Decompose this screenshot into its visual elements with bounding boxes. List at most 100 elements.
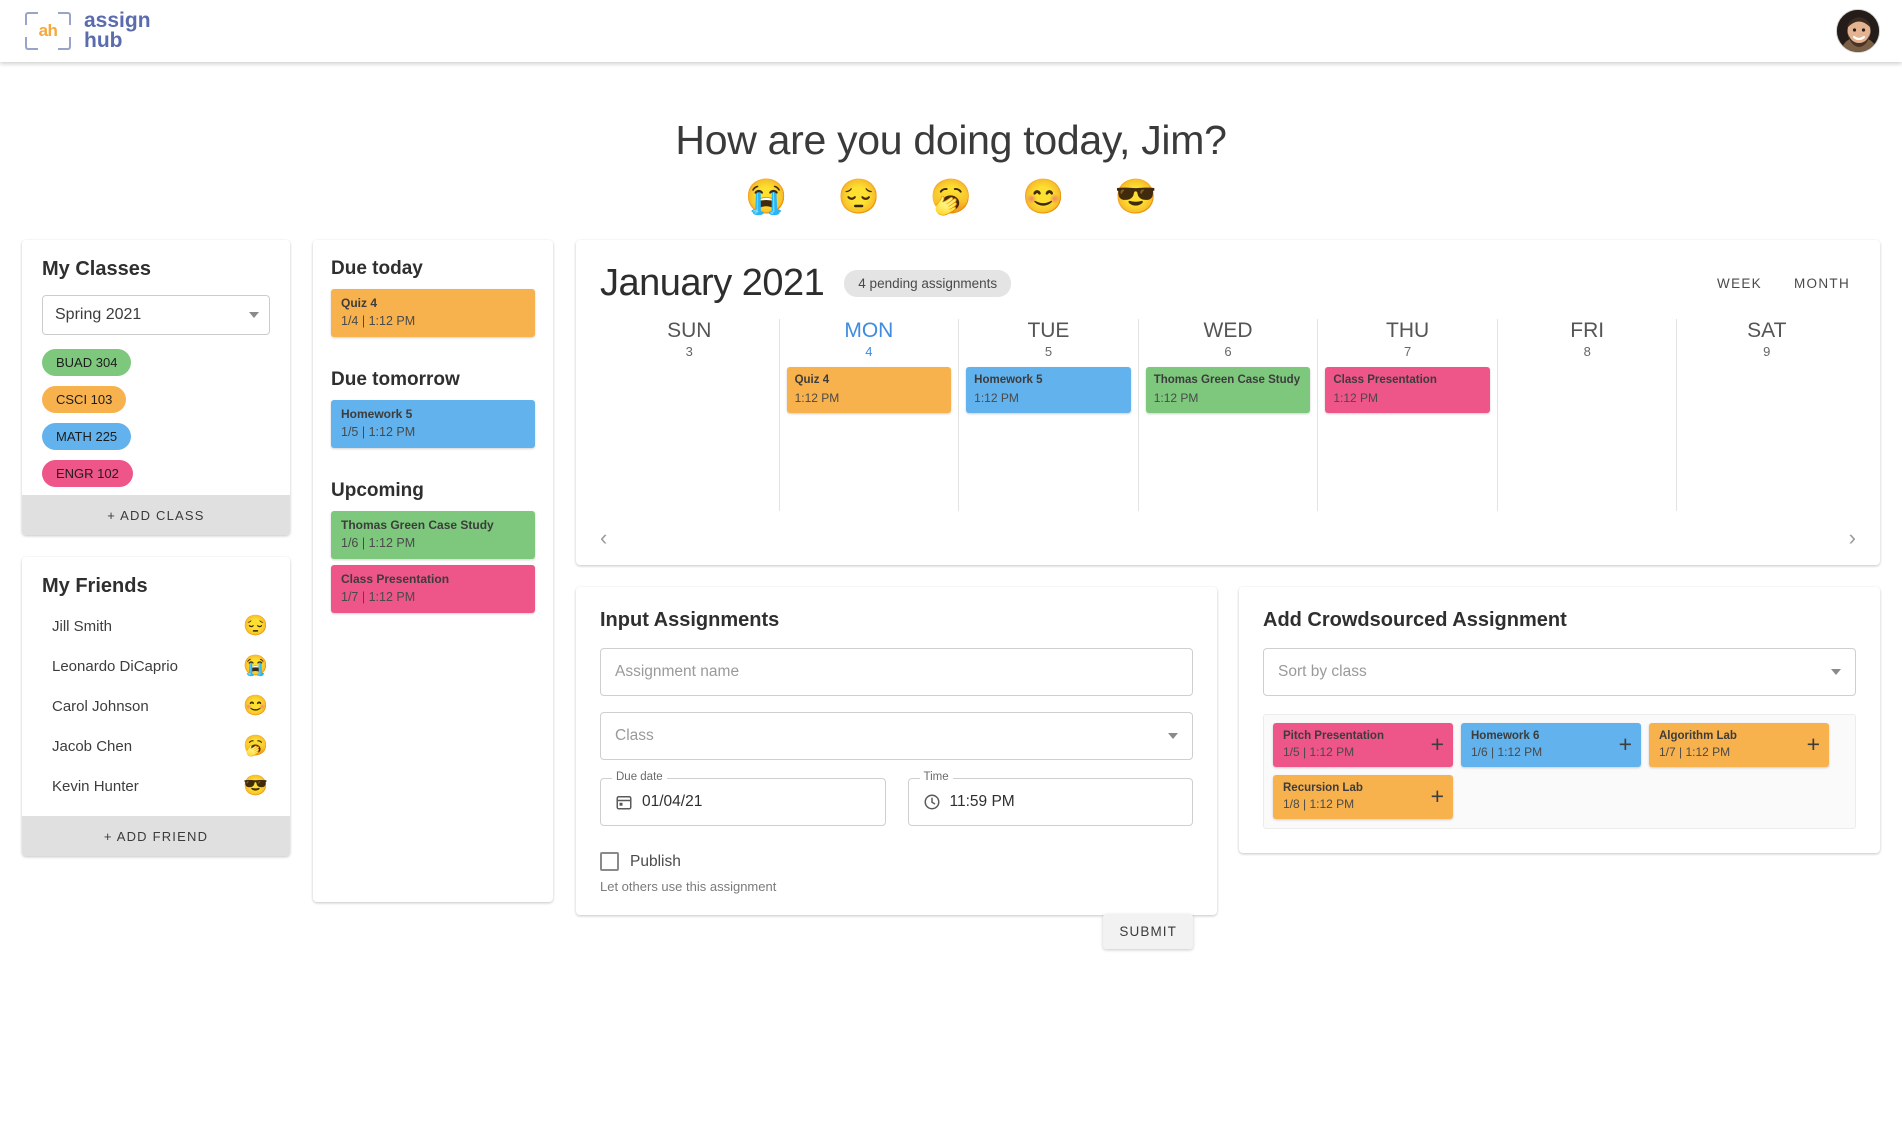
crowdsourced-item[interactable]: Pitch Presentation 1/5 | 1:12 PM + [1273, 723, 1453, 767]
friend-mood-icon: 😔 [243, 615, 268, 637]
friend-name: Jacob Chen [52, 737, 133, 755]
task-item[interactable]: Thomas Green Case Study 1/6 | 1:12 PM [331, 511, 535, 559]
list-item[interactable]: Carol Johnson 😊 [42, 686, 270, 726]
crowd-item-name: Pitch Presentation [1283, 730, 1384, 742]
main-layout: My Classes Spring 2021 BUAD 304 CSCI 103… [0, 240, 1902, 949]
crowdsourced-item[interactable]: Algorithm Lab 1/7 | 1:12 PM + [1649, 723, 1829, 767]
time-field[interactable]: Time 11:59 PM [907, 771, 1193, 826]
assignment-name-input[interactable]: Assignment name [600, 648, 1193, 696]
publish-checkbox[interactable] [600, 852, 619, 871]
due-date-value: 01/04/21 [642, 793, 703, 810]
plus-icon[interactable]: + [1619, 733, 1632, 756]
publish-label: Publish [630, 852, 681, 870]
friend-name: Jill Smith [52, 617, 113, 635]
crowd-item-name: Algorithm Lab [1659, 730, 1737, 742]
task-item[interactable]: Homework 5 1/5 | 1:12 PM [331, 400, 535, 448]
avatar[interactable] [1836, 9, 1880, 53]
task-meta: 1/4 | 1:12 PM [341, 314, 416, 328]
status-badge: 4 pending assignments [844, 270, 1012, 297]
plus-icon[interactable]: + [1807, 733, 1820, 756]
due-column: Due today Quiz 4 1/4 | 1:12 PM Due tomor… [313, 240, 553, 902]
crowdsourced-title: Add Crowdsourced Assignment [1263, 609, 1567, 631]
day-number: 5 [1044, 344, 1053, 360]
crowd-item-name: Recursion Lab [1283, 782, 1363, 794]
calendar-event[interactable]: Class Presentation 1:12 PM [1325, 367, 1490, 413]
list-item[interactable]: Kevin Hunter 😎 [42, 766, 270, 806]
crowd-item-meta: 1/6 | 1:12 PM [1471, 745, 1543, 759]
list-item[interactable]: Jill Smith 😔 [42, 606, 270, 646]
tab-week[interactable]: WEEK [1717, 276, 1762, 291]
mood-happy-icon[interactable]: 😊 [1022, 180, 1064, 214]
mood-sad-icon[interactable]: 😔 [837, 180, 879, 214]
main-column: January 2021 4 pending assignments WEEK … [576, 240, 1880, 949]
event-time: 1:12 PM [1333, 390, 1379, 405]
task-meta: 1/7 | 1:12 PM [341, 590, 416, 604]
my-friends-card: My Friends Jill Smith 😔 Leonardo DiCapri… [22, 557, 290, 856]
task-item[interactable]: Class Presentation 1/7 | 1:12 PM [331, 565, 535, 613]
page-title: How are you doing today, Jim? [675, 117, 1227, 163]
event-name: Thomas Green Case Study [1153, 374, 1301, 387]
due-date-field[interactable]: Due date 01/04/21 [600, 771, 886, 826]
class-chip[interactable]: BUAD 304 [42, 349, 132, 376]
calendar-day-sun[interactable]: SUN 3 [600, 319, 779, 511]
logo-word-2: hub [84, 29, 123, 52]
task-meta: 1/5 | 1:12 PM [341, 425, 416, 439]
day-number: 4 [865, 344, 873, 360]
mood-crying-icon[interactable]: 😭 [745, 180, 787, 214]
crowdsourced-item[interactable]: Homework 6 1/6 | 1:12 PM + [1461, 723, 1641, 767]
class-chip[interactable]: MATH 225 [42, 423, 132, 450]
sort-by-class-select[interactable]: Sort by class [1263, 648, 1856, 696]
calendar-day-tue[interactable]: TUE 5 Homework 5 1:12 PM [958, 319, 1138, 511]
calendar-event[interactable]: Quiz 4 1:12 PM [786, 367, 952, 413]
class-select[interactable]: Class [600, 712, 1193, 760]
term-select-value: Spring 2021 [55, 306, 142, 323]
list-item[interactable]: Leonardo DiCaprio 😭 [42, 646, 270, 686]
friend-name: Leonardo DiCaprio [52, 657, 178, 675]
chevron-down-icon [1831, 669, 1841, 675]
crowdsourced-card: Add Crowdsourced Assignment Sort by clas… [1239, 587, 1880, 853]
calendar-day-thu[interactable]: THU 7 Class Presentation 1:12 PM [1317, 319, 1497, 511]
task-item[interactable]: Quiz 4 1/4 | 1:12 PM [331, 289, 535, 337]
time-value: 11:59 PM [949, 793, 1015, 810]
task-name: Homework 5 [341, 407, 413, 421]
day-name: SUN [667, 319, 712, 342]
event-time: 1:12 PM [794, 390, 840, 405]
chevron-right-icon[interactable]: › [1849, 525, 1856, 551]
add-class-button[interactable]: + ADD CLASS [22, 495, 290, 535]
term-select[interactable]: Spring 2021 [42, 295, 270, 335]
event-name: Homework 5 [974, 374, 1043, 387]
crowdsourced-item[interactable]: Recursion Lab 1/8 | 1:12 PM + [1273, 775, 1453, 819]
plus-icon[interactable]: + [1431, 785, 1444, 808]
calendar-day-sat[interactable]: SAT 9 [1676, 319, 1856, 511]
calendar-icon [616, 796, 632, 810]
submit-button[interactable]: SUBMIT [1103, 914, 1193, 949]
calendar-event[interactable]: Thomas Green Case Study 1:12 PM [1145, 367, 1311, 413]
list-item[interactable]: Jacob Chen 🥱 [42, 726, 270, 766]
plus-icon[interactable]: + [1431, 733, 1444, 756]
calendar-event[interactable]: Homework 5 1:12 PM [966, 367, 1131, 413]
mood-cool-icon[interactable]: 😎 [1115, 180, 1157, 214]
my-classes-title: My Classes [42, 258, 151, 280]
calendar-day-mon[interactable]: MON 4 Quiz 4 1:12 PM [778, 319, 959, 511]
calendar-week-grid: SUN 3 MON 4 Quiz 4 1:12 PM TUE 5 Homewor… [600, 319, 1856, 511]
day-number: 9 [1763, 344, 1771, 360]
class-chip-list: BUAD 304 CSCI 103 MATH 225 ENGR 102 [42, 335, 270, 495]
due-today-title: Due today [331, 258, 423, 279]
logo-word-1: assign [84, 9, 151, 33]
add-friend-button[interactable]: + ADD FRIEND [22, 816, 290, 856]
tab-month[interactable]: MONTH [1794, 276, 1850, 291]
app-logo[interactable]: ah assign hub [22, 10, 151, 52]
day-number: 3 [685, 344, 693, 360]
crowd-item-meta: 1/8 | 1:12 PM [1283, 797, 1355, 811]
calendar-day-fri[interactable]: FRI 8 [1496, 319, 1677, 511]
calendar-day-wed[interactable]: WED 6 Thomas Green Case Study 1:12 PM [1137, 319, 1318, 511]
class-chip[interactable]: CSCI 103 [42, 386, 127, 413]
input-assignments-title: Input Assignments [600, 609, 780, 631]
chevron-left-icon[interactable]: ‹ [600, 525, 607, 551]
avatar-photo [1837, 10, 1879, 52]
logo-wordmark: assign hub [84, 9, 151, 52]
task-name: Quiz 4 [341, 296, 378, 310]
class-chip[interactable]: ENGR 102 [42, 460, 133, 487]
logo-monogram: ah [38, 21, 58, 40]
mood-yawning-icon[interactable]: 🥱 [930, 180, 972, 214]
